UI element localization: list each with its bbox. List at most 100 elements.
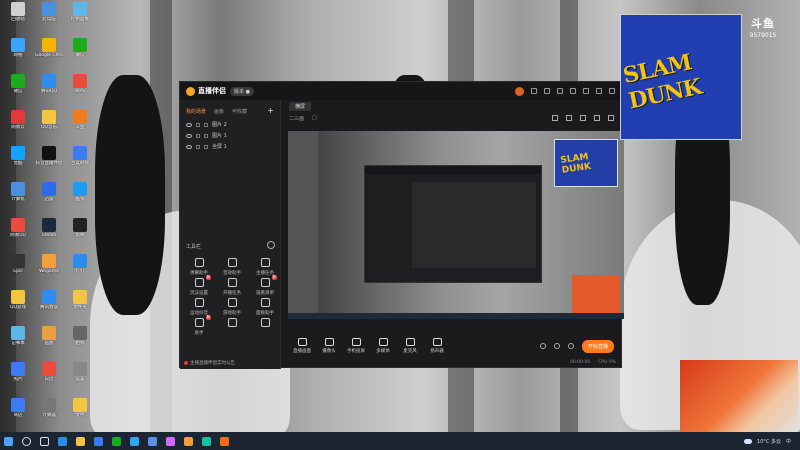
microphone-button[interactable]: 麦克风 [397,338,423,354]
tools-more-icon[interactable] [267,241,275,249]
desktop-icon[interactable]: Google Chrome [35,38,63,58]
notification-icon[interactable] [594,115,600,121]
desktop-icon[interactable]: 抖音直播伴侣 [35,146,63,166]
live-companion-taskbar-icon[interactable] [184,436,193,446]
app-icon[interactable] [148,436,157,446]
desktop-icon[interactable]: Steam [35,218,63,238]
tab-favorites[interactable]: 可收藏 [232,108,247,115]
desktop-icon[interactable]: 酷狗 [66,182,94,202]
live-app-icon[interactable] [220,436,229,446]
tool-button[interactable]: 观看清单 新 [250,275,280,296]
desktop-icon[interactable]: 钉钉 [66,254,94,274]
folder-icon[interactable] [76,436,85,446]
desktop-icon[interactable]: 网易UU [4,218,32,238]
visibility-icon[interactable] [186,122,192,127]
settings-icon[interactable] [557,88,563,94]
camera-button[interactable]: 摄像头 [316,338,342,354]
screenshot-icon[interactable] [566,115,572,121]
minimize-icon[interactable] [583,88,589,94]
lock-icon[interactable] [196,122,200,127]
desktop-icon[interactable]: 斗鱼 [66,110,94,130]
store-icon[interactable] [94,436,103,446]
notice-bar[interactable]: 主播直播伴侣实时公告 [184,360,235,366]
maximize-icon[interactable] [596,88,602,94]
beauty-icon[interactable] [553,343,560,349]
tiktok-icon[interactable] [202,436,211,446]
desktop-icon[interactable]: 微信 [4,74,32,94]
tab-scenes[interactable]: 我的场景 [186,108,206,115]
gear-icon[interactable] [567,343,574,349]
desktop-icon[interactable]: 文件夹 [66,290,94,310]
screen-capture-button[interactable]: 直播画面 [289,338,315,354]
language-indicator[interactable]: 中 [786,438,791,445]
version-badge[interactable]: 版本 ● [230,86,254,96]
user-avatar[interactable] [515,86,524,96]
desktop-icon[interactable]: 剪映 [66,218,94,238]
layer-item[interactable]: 全屏 1 [180,141,280,152]
add-source-button[interactable]: + [267,107,274,115]
desktop-icon[interactable]: 控制面板 [66,2,94,22]
share-icon[interactable] [608,115,614,121]
tab-landscape[interactable]: 横屏 [289,101,312,111]
desktop-icon[interactable]: 迅雷 [35,182,63,202]
tool-button[interactable]: 游戏助手 [217,298,247,316]
tool-button[interactable]: 玩法设置 新 [184,275,214,296]
search-icon[interactable] [22,436,31,446]
menu-icon[interactable] [570,88,576,94]
skin-icon[interactable] [531,88,537,94]
layer-item[interactable]: 图片 2 [180,119,280,130]
wechat-icon[interactable] [112,436,121,446]
lock-icon[interactable] [196,144,200,149]
desktop-icon[interactable]: Wegame [35,254,63,274]
start-live-button[interactable]: 开始直播 [581,339,614,353]
desktop-icon[interactable]: 文件 [66,398,94,418]
desktop-icon[interactable]: 照片 [4,362,32,382]
desktop-icon[interactable]: 网络 [4,38,32,58]
tool-button[interactable] [250,318,280,330]
close-icon[interactable] [609,88,615,94]
visibility-icon[interactable] [186,133,192,138]
monitor-icon[interactable] [552,115,558,121]
desktop-icon[interactable]: 此电脑 [35,2,63,22]
tab-canvas[interactable]: 画板 [214,108,224,115]
task-view-icon[interactable] [40,436,49,446]
message-icon[interactable] [544,88,550,94]
desktop-icon[interactable]: 商店 [4,398,32,418]
media-button[interactable]: 多媒体 [370,338,396,354]
desktop-icon[interactable]: 腾讯QQ [35,74,63,94]
weather-text[interactable]: 10°C 多云 [757,438,781,445]
desktop-icon[interactable]: WPS [66,74,94,94]
desktop-icon[interactable]: 微信 [66,38,94,58]
tool-button[interactable]: 弹幕助手 [184,258,214,276]
layer-item[interactable]: 图片 1 [180,130,280,141]
desktop-icon[interactable]: 相机 [66,326,94,346]
edge-icon[interactable] [58,436,67,446]
chrome-icon[interactable] [130,436,139,446]
desktop-icon[interactable]: QQ游戏 [4,290,32,310]
tool-button[interactable]: 运动抖音 [184,298,214,316]
media-player-icon[interactable] [166,436,175,446]
desktop-icon[interactable]: 优酷 [4,146,32,166]
live-preview[interactable]: SLAM DUNK [288,131,624,319]
desktop-icon[interactable]: 设置 [66,362,94,382]
tool-button[interactable]: 主播任务 [250,258,280,276]
tool-button[interactable]: 音效助手 [217,258,247,276]
phone-cast-button[interactable]: 手机投屏 [343,338,369,354]
desktop-icon[interactable]: 百度网盘 [66,146,94,166]
desktop-icon[interactable]: 回收站 [4,2,32,22]
desktop-icon[interactable]: 日历 [35,362,63,382]
desktop-icon[interactable]: 网易云 [4,110,32,130]
desktop-icon[interactable]: QQ音乐 [35,110,63,130]
layout-label[interactable]: 二三画 [289,115,304,122]
desktop-icon[interactable]: Epic [4,254,32,274]
desktop-icon[interactable]: 计算器 [35,398,63,418]
record-settings-icon[interactable] [539,343,546,349]
crop-icon[interactable]: □ [312,115,317,121]
speaker-button[interactable]: 扬声器 [424,338,450,354]
tool-button[interactable] [217,318,247,330]
tool-button[interactable]: 面板助手 [250,298,280,316]
visibility-icon[interactable] [186,144,192,149]
tool-button[interactable]: 开播任务 [217,278,247,296]
desktop-icon[interactable]: 画图 [35,326,63,346]
desktop-icon[interactable]: 记事本 [4,326,32,346]
